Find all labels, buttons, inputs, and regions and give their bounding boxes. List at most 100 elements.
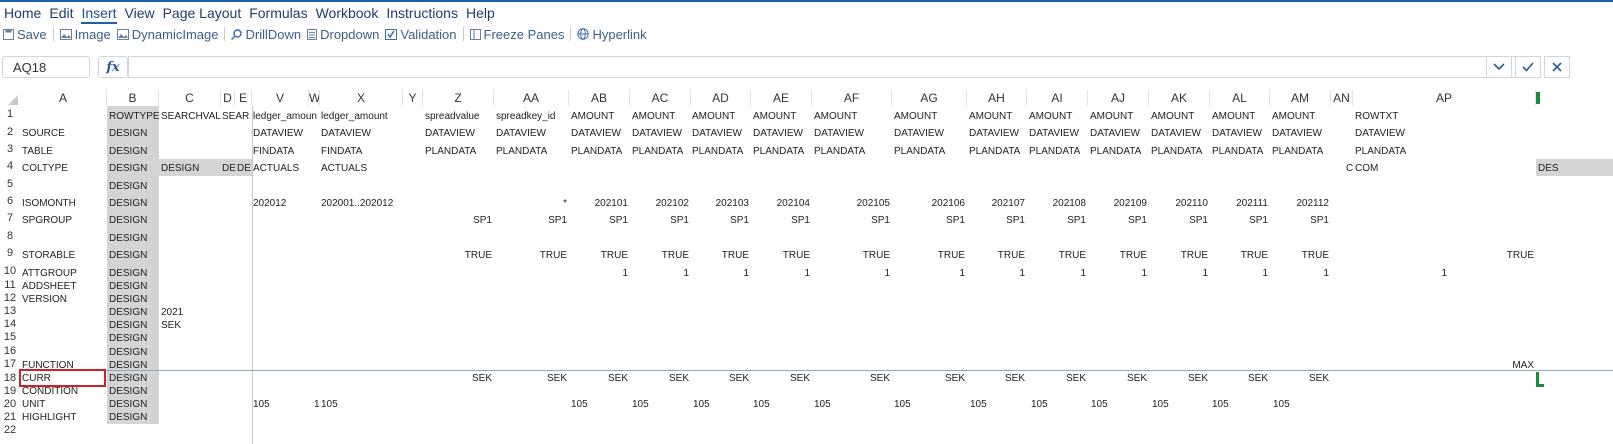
- row-header[interactable]: 16: [0, 345, 20, 358]
- storable-cell[interactable]: TRUE: [863, 249, 890, 262]
- menu-page-layout[interactable]: Page Layout: [159, 2, 246, 24]
- curr-cell[interactable]: SEK: [547, 372, 567, 385]
- spgroup-cell[interactable]: SP1: [946, 214, 965, 227]
- dropdown-button[interactable]: Dropdown: [304, 27, 382, 42]
- source-cell[interactable]: DATAVIEW: [894, 127, 944, 140]
- row-label-cell[interactable]: HIGHLIGHT: [22, 411, 76, 424]
- version-cell[interactable]: 2021: [161, 306, 183, 319]
- column-header[interactable]: AC: [630, 90, 691, 106]
- isomonth-cell[interactable]: 202109: [1114, 197, 1147, 210]
- isomonth-cell[interactable]: 202104: [777, 197, 810, 210]
- row-header[interactable]: 17: [0, 358, 20, 371]
- isomonth-cell[interactable]: 202105: [857, 197, 890, 210]
- header-cell[interactable]: ROWTXT: [1355, 110, 1398, 123]
- table-cell[interactable]: PLANDATA: [1355, 145, 1406, 158]
- hyperlink-button[interactable]: Hyperlink: [574, 27, 649, 42]
- column-header[interactable]: AM: [1270, 90, 1331, 106]
- spgroup-cell[interactable]: SP1: [1249, 214, 1268, 227]
- image-button[interactable]: Image: [57, 27, 114, 42]
- isomonth-cell[interactable]: 202102: [656, 197, 689, 210]
- menu-help[interactable]: Help: [462, 2, 499, 24]
- table-cell[interactable]: PLANDATA: [632, 145, 683, 158]
- row-header[interactable]: 1: [0, 108, 20, 121]
- source-cell[interactable]: DATAVIEW: [425, 127, 475, 140]
- storable-cell[interactable]: TRUE: [465, 249, 492, 262]
- row-label-cell[interactable]: ADDSHEET: [22, 280, 76, 293]
- menu-workbook[interactable]: Workbook: [312, 2, 383, 24]
- design-cell[interactable]: DESIGN: [109, 398, 147, 411]
- row-label-cell[interactable]: ATTGROUP: [22, 267, 77, 280]
- isomonth-cell[interactable]: 202012: [253, 197, 286, 210]
- spgroup-cell[interactable]: SP1: [1006, 214, 1025, 227]
- unit-cell[interactable]: 105: [894, 398, 911, 411]
- design-cell[interactable]: DESIGN: [109, 359, 147, 372]
- unit-cell[interactable]: 105: [1091, 398, 1108, 411]
- header-cell[interactable]: spreadvalue: [425, 110, 479, 123]
- row-header[interactable]: 13: [0, 305, 20, 318]
- unit-cell[interactable]: 105: [970, 398, 987, 411]
- currency-cell[interactable]: SEK: [161, 319, 181, 332]
- source-cell[interactable]: DATAVIEW: [1272, 127, 1322, 140]
- column-header[interactable]: AA: [494, 90, 569, 106]
- coltype-cell[interactable]: C: [1346, 162, 1353, 175]
- row-header[interactable]: 15: [0, 331, 20, 344]
- cell-reference-box[interactable]: AQ18: [2, 56, 90, 78]
- isomonth-cell[interactable]: 202103: [716, 197, 749, 210]
- isomonth-cell[interactable]: 202001..202012: [321, 197, 393, 210]
- storable-cell[interactable]: TRUE: [1059, 249, 1086, 262]
- unit-cell[interactable]: 105: [814, 398, 831, 411]
- unit-cell[interactable]: 105: [571, 398, 588, 411]
- column-header[interactable]: AP: [1353, 90, 1536, 106]
- design-cell[interactable]: DESIGN: [109, 332, 147, 345]
- design-cell[interactable]: DESIGN: [109, 267, 147, 280]
- drilldown-button[interactable]: DrillDown: [228, 27, 304, 42]
- storable-cell[interactable]: TRUE: [783, 249, 810, 262]
- row-header[interactable]: 22: [0, 424, 20, 437]
- storable-cell[interactable]: TRUE: [1507, 249, 1534, 262]
- spgroup-cell[interactable]: SP1: [871, 214, 890, 227]
- coltype-cell[interactable]: ACTUALS: [253, 162, 299, 175]
- attgroup-cell[interactable]: 1: [683, 267, 689, 280]
- spgroup-cell[interactable]: SP1: [609, 214, 628, 227]
- storable-cell[interactable]: TRUE: [1241, 249, 1268, 262]
- table-cell[interactable]: PLANDATA: [571, 145, 622, 158]
- amount-cell[interactable]: AMOUNT: [571, 110, 614, 123]
- row-header[interactable]: 4: [0, 160, 20, 173]
- table-cell[interactable]: PLANDATA: [894, 145, 945, 158]
- header-cell[interactable]: ledger_amount: [321, 110, 388, 123]
- curr-cell[interactable]: SEK: [1188, 372, 1208, 385]
- table-cell[interactable]: PLANDATA: [1151, 145, 1202, 158]
- fx-icon[interactable]: fx: [98, 56, 128, 78]
- design-cell[interactable]: DESIGN: [109, 197, 147, 210]
- attgroup-cell[interactable]: 1: [959, 267, 965, 280]
- unit-cell[interactable]: 105: [253, 398, 270, 411]
- row-label-cell[interactable]: STORABLE: [22, 249, 75, 262]
- curr-cell[interactable]: SEK: [1005, 372, 1025, 385]
- menu-view[interactable]: View: [121, 2, 159, 24]
- source-cell[interactable]: DATAVIEW: [253, 127, 303, 140]
- row-label-cell[interactable]: VERSION: [22, 293, 67, 306]
- spgroup-cell[interactable]: SP1: [791, 214, 810, 227]
- table-cell[interactable]: PLANDATA: [753, 145, 804, 158]
- column-header[interactable]: Z: [423, 90, 494, 106]
- row-header[interactable]: 12: [0, 292, 20, 305]
- column-header[interactable]: AD: [691, 90, 751, 106]
- unit-cell[interactable]: 1: [314, 398, 320, 411]
- storable-cell[interactable]: TRUE: [1120, 249, 1147, 262]
- isomonth-cell[interactable]: *: [563, 197, 567, 210]
- source-cell[interactable]: DATAVIEW: [632, 127, 682, 140]
- attgroup-cell[interactable]: 1: [1323, 267, 1329, 280]
- design-cell[interactable]: DESIGN: [109, 249, 147, 262]
- header-cell[interactable]: ROWTYPE: [109, 110, 160, 123]
- design-cell[interactable]: DES: [1538, 162, 1559, 175]
- spgroup-cell[interactable]: SP1: [1310, 214, 1329, 227]
- design-cell[interactable]: DE: [237, 162, 251, 175]
- header-cell[interactable]: spreadkey_id: [496, 110, 555, 123]
- amount-cell[interactable]: AMOUNT: [814, 110, 857, 123]
- source-cell[interactable]: DATAVIEW: [571, 127, 621, 140]
- attgroup-cell[interactable]: 1: [622, 267, 628, 280]
- source-cell[interactable]: DATAVIEW: [753, 127, 803, 140]
- unit-cell[interactable]: 105: [753, 398, 770, 411]
- amount-cell[interactable]: AMOUNT: [692, 110, 735, 123]
- menu-formulas[interactable]: Formulas: [245, 2, 311, 24]
